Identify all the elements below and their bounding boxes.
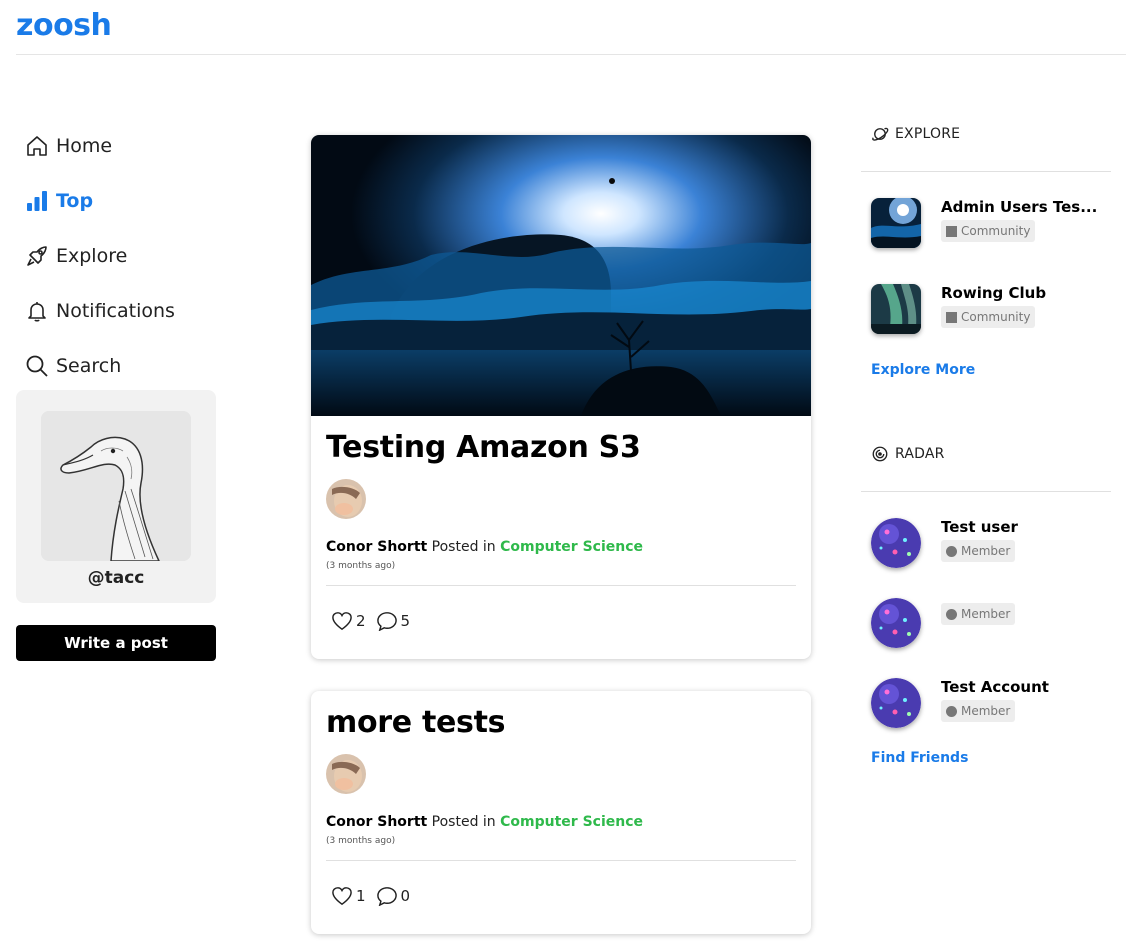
nav-item-search[interactable]: Search (24, 338, 224, 393)
nav-item-top[interactable]: Top (24, 173, 224, 228)
badge-label: Member (961, 607, 1011, 621)
rocket-icon (24, 243, 50, 269)
explore-heading-label: EXPLORE (895, 126, 961, 142)
post-time: (3 months ago) (326, 561, 396, 571)
like-button[interactable]: 1 (331, 886, 366, 906)
category-link[interactable]: Computer Science (500, 539, 643, 555)
divider (861, 171, 1111, 172)
member-badge: Member (941, 540, 1016, 562)
explore-more-link[interactable]: Explore More (871, 362, 975, 378)
badge-label: Member (961, 544, 1011, 558)
comment-icon (376, 887, 397, 906)
divider (326, 585, 796, 586)
nav-item-explore[interactable]: Explore (24, 228, 224, 283)
author-avatar[interactable] (326, 479, 366, 519)
community-name[interactable]: Admin Users Tes... (941, 198, 1097, 216)
comment-button[interactable]: 0 (376, 886, 411, 906)
divider (326, 860, 796, 861)
nav-item-label: Home (56, 134, 113, 157)
radar-icon (872, 446, 888, 462)
sidebar-nav: Home Top Explore Notifications Search (24, 118, 224, 393)
member-badge: Member (941, 603, 1016, 625)
top-header: zoosh (16, 0, 1126, 55)
community-thumbnail (871, 198, 921, 248)
user-name[interactable]: Test user (941, 518, 1018, 536)
find-friends-link[interactable]: Find Friends (871, 750, 968, 766)
member-badge: Member (941, 700, 1016, 722)
badge-label: Community (961, 224, 1031, 238)
nav-item-label: Notifications (56, 299, 175, 322)
divider (861, 491, 1111, 492)
like-count: 2 (356, 612, 366, 630)
user-avatar (871, 598, 921, 648)
community-thumbnail (871, 284, 921, 334)
author-name[interactable]: Conor Shortt (326, 539, 427, 555)
bar-chart-icon (24, 188, 50, 214)
heart-icon (332, 887, 352, 906)
post-actions: 2 5 (331, 611, 796, 631)
user-avatar (871, 518, 921, 568)
badge-label: Community (961, 310, 1031, 324)
avatar (41, 411, 191, 561)
posted-in-label: Posted in (431, 814, 496, 830)
square-icon (946, 311, 957, 323)
write-post-button[interactable]: Write a post (16, 625, 216, 661)
category-link[interactable]: Computer Science (500, 814, 643, 830)
radar-heading-label: RADAR (895, 446, 945, 462)
comment-icon (376, 612, 397, 631)
nav-item-label: Explore (56, 244, 128, 267)
post-time: (3 months ago) (326, 836, 396, 846)
nav-item-label: Search (56, 354, 122, 377)
community-name[interactable]: Rowing Club (941, 284, 1046, 302)
community-badge: Community (941, 306, 1036, 328)
comment-count: 0 (400, 887, 411, 905)
nav-item-home[interactable]: Home (24, 118, 224, 173)
post-image (311, 135, 811, 416)
explore-item[interactable]: Rowing Club Community (871, 284, 1116, 336)
community-badge: Community (941, 220, 1036, 242)
search-icon (24, 353, 50, 379)
posted-in-label: Posted in (431, 539, 496, 555)
post-card[interactable]: more tests Conor Shortt Posted in Comput… (311, 691, 811, 934)
comment-button[interactable]: 5 (376, 611, 411, 631)
nav-item-label: Top (56, 189, 94, 212)
bell-icon (24, 298, 50, 324)
user-avatar (871, 678, 921, 728)
post-card[interactable]: Testing Amazon S3 Conor Shortt Posted in… (311, 135, 811, 659)
author-avatar[interactable] (326, 754, 366, 794)
profile-card[interactable]: @tacc (16, 390, 216, 603)
logo[interactable]: zoosh (16, 8, 112, 43)
planet-icon (872, 127, 889, 141)
explore-item[interactable]: Admin Users Tes... Community (871, 198, 1116, 250)
post-title[interactable]: more tests (326, 705, 796, 740)
home-icon (24, 133, 50, 159)
post-title[interactable]: Testing Amazon S3 (326, 430, 796, 465)
heart-icon (332, 612, 352, 631)
circle-icon (946, 705, 957, 717)
post-actions: 1 0 (331, 886, 796, 906)
circle-icon (946, 608, 957, 620)
post-byline: Conor Shortt Posted in Computer Science (326, 539, 796, 555)
author-name[interactable]: Conor Shortt (326, 814, 427, 830)
user-name[interactable]: Test Account (941, 678, 1049, 696)
radar-user[interactable]: Test user Member (871, 518, 1116, 570)
like-count: 1 (356, 887, 366, 905)
nav-item-notifications[interactable]: Notifications (24, 283, 224, 338)
post-byline: Conor Shortt Posted in Computer Science (326, 814, 796, 830)
square-icon (946, 225, 957, 237)
like-button[interactable]: 2 (331, 611, 366, 631)
circle-icon (946, 545, 957, 557)
radar-user[interactable]: Member (871, 598, 1116, 650)
radar-user[interactable]: Test Account Member (871, 678, 1116, 730)
profile-handle[interactable]: @tacc (16, 568, 216, 588)
radar-heading: RADAR (871, 445, 945, 463)
explore-heading: EXPLORE (871, 125, 960, 143)
comment-count: 5 (400, 612, 411, 630)
badge-label: Member (961, 704, 1011, 718)
